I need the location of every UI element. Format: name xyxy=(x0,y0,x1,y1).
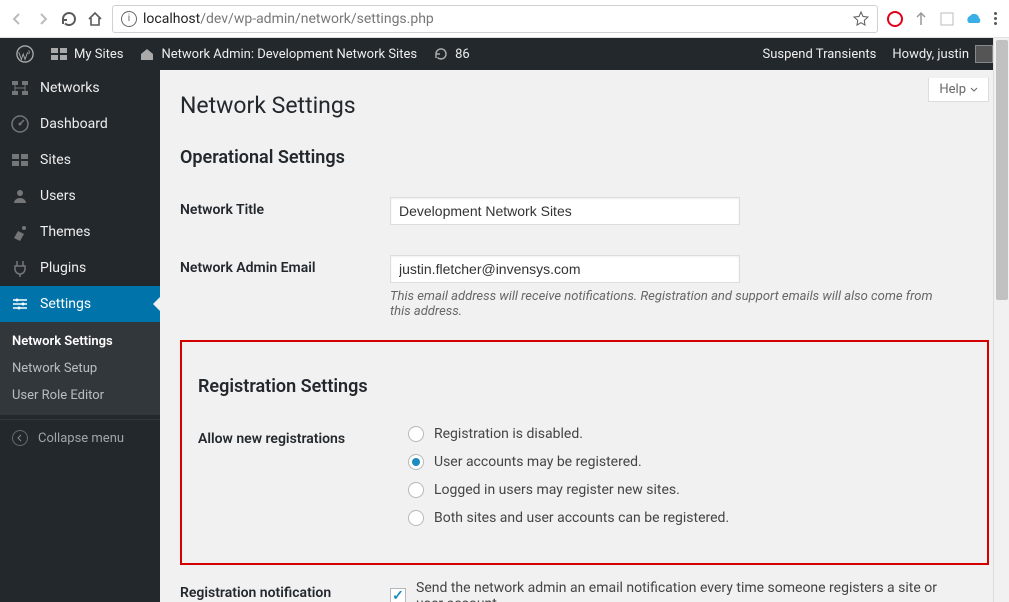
admin-sidebar: Networks Dashboard Sites Users Themes Pl… xyxy=(0,70,160,602)
sidebar-item-label: Users xyxy=(40,188,76,204)
scrollbar[interactable] xyxy=(993,38,1009,602)
url-text: localhost/dev/wp-admin/network/settings.… xyxy=(143,11,847,27)
howdy-text: Howdy, justin xyxy=(892,47,969,62)
submenu-network-settings[interactable]: Network Settings xyxy=(0,328,160,355)
network-title-label: Network Title xyxy=(180,182,380,240)
checkbox-checked-icon: ✓ xyxy=(390,588,406,602)
home-icon xyxy=(139,46,155,62)
page-title: Network Settings xyxy=(180,92,989,119)
sidebar-item-label: Sites xyxy=(40,152,71,168)
sidebar-item-label: Dashboard xyxy=(40,116,108,132)
registration-notification-checkbox-row[interactable]: ✓ Send the network admin an email notifi… xyxy=(390,580,979,602)
admin-email-label: Network Admin Email xyxy=(180,240,380,334)
suspend-transients-link[interactable]: Suspend Transients xyxy=(755,38,885,70)
help-tab[interactable]: Help xyxy=(928,78,989,102)
allow-registrations-label: Allow new registrations xyxy=(198,411,398,553)
updates-menu[interactable]: 86 xyxy=(425,38,478,70)
collapse-menu-button[interactable]: Collapse menu xyxy=(0,419,160,456)
opera-extension-icon[interactable] xyxy=(886,10,904,28)
reg-option-sites[interactable]: Logged in users may register new sites. xyxy=(408,482,961,498)
submenu-user-role-editor[interactable]: User Role Editor xyxy=(0,382,160,409)
network-admin-menu[interactable]: Network Admin: Development Network Sites xyxy=(131,38,425,70)
sidebar-item-label: Themes xyxy=(40,224,90,240)
settings-icon xyxy=(10,294,30,314)
scroll-thumb[interactable] xyxy=(996,40,1008,300)
my-sites-label: My Sites xyxy=(74,47,123,62)
plugins-icon xyxy=(10,258,30,278)
chevron-down-icon xyxy=(970,86,978,94)
networks-icon xyxy=(10,78,30,98)
submenu-network-setup[interactable]: Network Setup xyxy=(0,355,160,382)
admin-email-input[interactable] xyxy=(390,255,740,283)
heading-registration: Registration Settings xyxy=(198,376,971,397)
updates-count: 86 xyxy=(455,47,470,62)
wp-logo[interactable] xyxy=(8,38,42,70)
sidebar-item-networks[interactable]: Networks xyxy=(0,70,160,106)
sidebar-item-sites[interactable]: Sites xyxy=(0,142,160,178)
admin-email-description: This email address will receive notifica… xyxy=(390,289,950,319)
avatar xyxy=(975,45,993,63)
site-info-icon[interactable]: i xyxy=(121,11,137,27)
network-admin-label: Network Admin: Development Network Sites xyxy=(161,47,417,62)
sidebar-item-settings[interactable]: Settings xyxy=(0,286,160,322)
reload-button[interactable] xyxy=(60,10,78,28)
sites-icon xyxy=(50,45,68,63)
cloud-extension-icon[interactable] xyxy=(964,10,982,28)
extension-icon-2[interactable] xyxy=(938,10,956,28)
reg-option-both[interactable]: Both sites and user accounts can be regi… xyxy=(408,510,961,526)
users-icon xyxy=(10,186,30,206)
collapse-label: Collapse menu xyxy=(38,431,124,446)
extension-icon[interactable] xyxy=(912,10,930,28)
home-button[interactable] xyxy=(86,10,104,28)
reg-option-users[interactable]: User accounts may be registered. xyxy=(408,454,961,470)
browser-toolbar: i localhost/dev/wp-admin/network/setting… xyxy=(0,0,1009,38)
sidebar-item-themes[interactable]: Themes xyxy=(0,214,160,250)
registration-notification-label: Registration notification xyxy=(180,565,380,602)
address-bar[interactable]: i localhost/dev/wp-admin/network/setting… xyxy=(112,5,878,33)
sidebar-item-label: Networks xyxy=(40,80,100,96)
wp-admin-bar: My Sites Network Admin: Development Netw… xyxy=(0,38,1009,70)
sidebar-item-label: Settings xyxy=(40,296,91,312)
back-button[interactable] xyxy=(8,10,26,28)
dashboard-icon xyxy=(10,114,30,134)
account-menu[interactable]: Howdy, justin xyxy=(884,38,1001,70)
sidebar-submenu: Network Settings Network Setup User Role… xyxy=(0,322,160,415)
reg-option-disabled[interactable]: Registration is disabled. xyxy=(408,426,961,442)
themes-icon xyxy=(10,222,30,242)
forward-button[interactable] xyxy=(34,10,52,28)
heading-operational: Operational Settings xyxy=(180,147,989,168)
registration-highlight-box: Registration Settings Allow new registra… xyxy=(180,340,989,565)
network-title-input[interactable] xyxy=(390,197,740,225)
browser-menu-button[interactable] xyxy=(990,12,1001,25)
my-sites-menu[interactable]: My Sites xyxy=(42,38,131,70)
bookmark-star-icon[interactable] xyxy=(853,11,869,27)
sidebar-item-dashboard[interactable]: Dashboard xyxy=(0,106,160,142)
sidebar-item-users[interactable]: Users xyxy=(0,178,160,214)
collapse-icon xyxy=(12,430,28,446)
sidebar-item-plugins[interactable]: Plugins xyxy=(0,250,160,286)
refresh-icon xyxy=(433,46,449,62)
sidebar-item-label: Plugins xyxy=(40,260,86,276)
sites-icon xyxy=(10,150,30,170)
content-area: Help Network Settings Operational Settin… xyxy=(160,70,1009,602)
